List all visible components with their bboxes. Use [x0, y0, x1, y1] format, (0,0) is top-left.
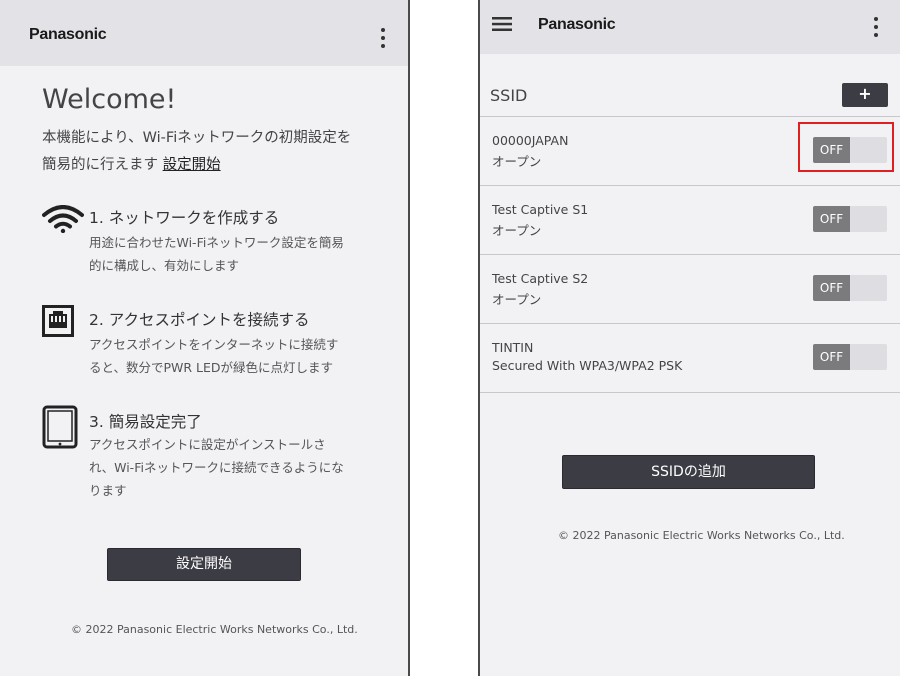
ssid-row: Test Captive S2 オープン OFF	[480, 255, 900, 324]
step-2-description: アクセスポイントをインターネットに接続す ると、数分でPWR LEDが緑色に点灯…	[89, 337, 339, 375]
step-1-title: 1. ネットワークを作成する	[89, 209, 280, 227]
app-header: Panasonic	[0, 0, 408, 66]
step-2-title: 2. アクセスポイントを接続する	[89, 311, 310, 329]
copyright-text: © 2022 Panasonic Electric Works Networks…	[71, 623, 358, 636]
ssid-security: Secured With WPA3/WPA2 PSK	[492, 358, 683, 373]
toggle-state-label: OFF	[813, 344, 850, 370]
start-setup-button[interactable]: 設定開始	[107, 548, 301, 581]
ssid-section-title: SSID	[490, 86, 528, 105]
hamburger-menu-icon[interactable]	[492, 16, 512, 32]
ssid-name: Test Captive S1	[492, 202, 589, 217]
intro-text: 本機能により、Wi-Fiネットワークの初期設定を 簡易的に行えます 設定開始	[42, 130, 352, 173]
ssid-toggle[interactable]: OFF	[813, 206, 887, 232]
tablet-icon	[42, 405, 78, 449]
ssid-security: オープン	[492, 292, 542, 307]
ssid-toggle[interactable]: OFF	[813, 275, 887, 301]
ssid-security: オープン	[492, 223, 542, 238]
add-ssid-plus-button[interactable]: +	[842, 83, 888, 107]
add-ssid-button[interactable]: SSIDの追加	[562, 455, 815, 489]
ssid-row: TINTIN Secured With WPA3/WPA2 PSK OFF	[480, 324, 900, 393]
ssid-name: TINTIN	[492, 340, 534, 355]
more-options-icon[interactable]	[873, 17, 879, 41]
ssid-name: 00000JAPAN	[492, 133, 569, 148]
toggle-state-label: OFF	[813, 275, 850, 301]
toggle-highlight-box	[798, 122, 894, 172]
toggle-state-label: OFF	[813, 206, 850, 232]
brand-logo: Panasonic	[29, 26, 107, 43]
step-3-description: アクセスポイントに設定がインストールさ れ、Wi-Fiネットワークに接続できるよ…	[89, 437, 344, 498]
brand-logo: Panasonic	[538, 16, 616, 33]
step-3-title: 3. 簡易設定完了	[89, 413, 202, 431]
ssid-name: Test Captive S2	[492, 271, 589, 286]
ssid-list-screen: Panasonic SSID + 00000JAPAN オープン OFF Tes…	[478, 0, 900, 676]
ssid-toggle[interactable]: OFF	[813, 344, 887, 370]
more-options-icon[interactable]	[380, 28, 386, 52]
step-1-description: 用途に合わせたWi-Fiネットワーク設定を簡易 的に構成し、有効にします	[89, 235, 344, 273]
ssid-security: オープン	[492, 154, 542, 169]
copyright-text: © 2022 Panasonic Electric Works Networks…	[558, 529, 845, 542]
setup-start-link[interactable]: 設定開始	[163, 157, 221, 173]
wifi-icon	[42, 205, 84, 233]
welcome-title: Welcome!	[42, 84, 177, 115]
ethernet-port-icon	[42, 305, 74, 337]
welcome-screen: Panasonic Welcome! 本機能により、Wi-Fiネットワークの初期…	[0, 0, 410, 676]
ssid-row: Test Captive S1 オープン OFF	[480, 186, 900, 255]
app-header: Panasonic	[480, 0, 900, 54]
